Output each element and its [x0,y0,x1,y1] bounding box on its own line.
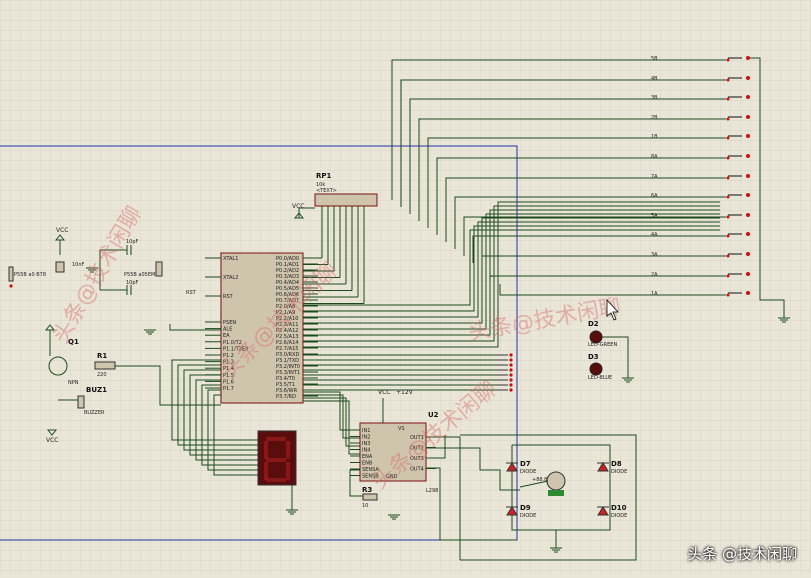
xtal-label: P55B a05EM [124,272,155,278]
r1-ref: R1 [97,352,107,360]
u1-pin-label: P3.7/RD [276,394,296,400]
rp1-vcc-label: VCC [292,203,304,210]
switch-label: 3A [651,252,658,258]
u2-pin-label: IN2 [362,435,370,441]
switch-label: 8A [651,154,658,160]
d2-value: LED-GREEN [588,342,617,348]
r1-resistor[interactable] [94,361,116,370]
d3-ref: D3 [588,353,599,361]
c1-cap[interactable] [55,261,65,273]
buz1-ref: BUZ1 [86,386,107,394]
u1-pin-label: ALE [223,327,232,333]
u2-vcc-label: VCC [378,389,390,396]
u2-pin-label: IN3 [362,441,370,447]
u2-value: L298 [426,488,438,494]
d7-ref: D7 [520,460,531,468]
switch-label: 1B [651,134,658,140]
u2-vs-label: +12V [396,389,414,396]
vcc-label: VCC [56,227,68,234]
c3-value: 10pF [126,280,139,286]
switch-label: 6A [651,193,658,199]
reset-pin-dot [9,284,13,288]
d10-value: DIODE [611,513,627,519]
switch-label: 4B [651,76,658,82]
u1-pin-label: P1.7 [223,386,234,392]
rp1-body[interactable] [314,193,378,207]
d9-ref: D9 [520,504,531,512]
u1-pin-label: XTAL2 [223,275,238,281]
switch-label: 7A [651,174,658,180]
c1-value: 10nF [72,262,85,268]
crystal-x1[interactable] [155,261,163,277]
switch-label: 2A [651,272,658,278]
led-d3[interactable] [589,362,603,376]
u2-pin-label: IN4 [362,448,370,454]
buz1-value: BUZZER [84,410,105,416]
schematic-svg: 5B4B3B2B1B8A7A6A5A4A3A2A1A RP1 10k <TEXT… [0,0,811,574]
u2-pin-label: IN1 [362,428,370,434]
d9-value: DIODE [520,513,536,519]
schematic-canvas: 5B 4B 3B 2B 1B 8A 7A 6A 5A 4A 3A 2A 1A RP1 10k <TEXT… [0,0,811,574]
reset-button[interactable] [8,266,14,282]
dc-motor[interactable] [546,471,566,491]
rp1-ref: RP1 [316,172,332,180]
switch-label: 1A [651,291,658,297]
rp1-text: <TEXT> [316,188,337,194]
u1-pin-label: EA [223,333,230,339]
u2-vs-pin: VS [398,426,405,432]
r3-value: 10 [362,503,368,509]
switch-label: 3B [651,95,658,101]
u2-pin-label: ENB [362,461,373,467]
switch-label: 5A [651,213,658,219]
reset-button-label: P55B a0 B78 [14,272,46,278]
d7-value: DIODE [520,469,536,475]
u1-pin-label: RST [223,294,234,300]
u2-pin-label: ENA [362,454,373,460]
d8-value: DIODE [611,469,627,475]
q1-value: NPN [68,380,79,386]
switch-label: 2B [651,115,658,121]
d10-ref: D10 [611,504,627,512]
switch-label: 4A [651,232,658,238]
d3-value: LED-BLUE [588,375,612,381]
r1-value: 220 [97,372,107,378]
rst-net-label: RST [186,290,197,296]
corner-watermark: 头条 @技术闲聊 [687,545,797,563]
buzzer[interactable] [77,395,85,409]
switch-label: 5B [651,56,658,62]
r3-resistor[interactable] [362,493,378,501]
q1-vcc-label: VCC [46,437,58,444]
d8-ref: D8 [611,460,622,468]
r3-ref: R3 [362,486,372,494]
grid-background [0,0,811,574]
u1-pin-label: PSEN [223,320,236,326]
u1-pin-label: XTAL1 [223,256,238,262]
motor-base [548,490,564,496]
